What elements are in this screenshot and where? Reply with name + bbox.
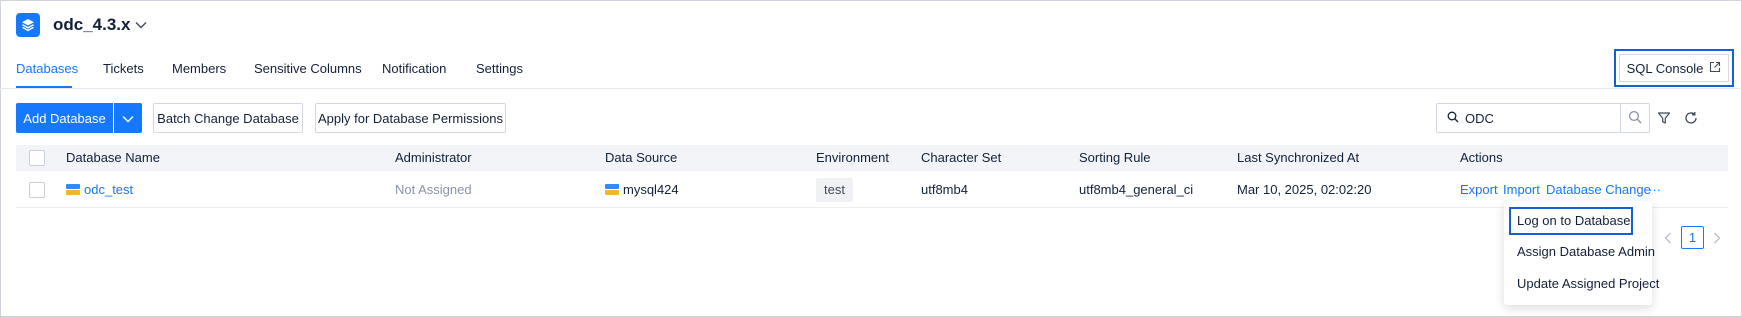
search-button[interactable]	[1620, 103, 1650, 133]
datasource-icon	[605, 181, 619, 195]
column-header: Environment	[816, 150, 889, 165]
search-icon	[1628, 110, 1642, 127]
external-link-icon	[1709, 61, 1721, 76]
page-number-current[interactable]: 1	[1681, 226, 1704, 249]
sql-console-button[interactable]: SQL Console	[1619, 54, 1729, 82]
column-header: Sorting Rule	[1079, 150, 1151, 165]
tab-settings[interactable]: Settings	[476, 60, 523, 80]
chevron-down-icon	[122, 111, 134, 126]
tab-notification[interactable]: Notification	[382, 60, 446, 80]
sql-console-label: SQL Console	[1626, 60, 1704, 76]
column-header: Administrator	[395, 150, 472, 165]
character-set-value: utf8mb4	[921, 182, 968, 197]
row-divider	[16, 207, 1728, 208]
database-icon	[66, 181, 80, 195]
export-action[interactable]: Export	[1460, 180, 1498, 200]
last-synced-value: Mar 10, 2025, 02:02:20	[1237, 182, 1372, 197]
environment-tag: test	[816, 178, 853, 202]
column-header: Data Source	[605, 150, 678, 165]
tab-databases[interactable]: Databases	[16, 60, 78, 80]
chevron-left-icon[interactable]	[1661, 228, 1675, 248]
column-header: Actions	[1460, 150, 1503, 165]
menu-item-highlight	[1509, 207, 1633, 235]
refresh-icon[interactable]	[1682, 109, 1700, 127]
tabs-divider	[0, 88, 1742, 89]
tab-members[interactable]: Members	[172, 60, 226, 80]
add-database-dropdown-button[interactable]	[114, 103, 142, 133]
filter-icon[interactable]	[1655, 109, 1673, 127]
sorting-rule-value: utf8mb4_general_ci	[1079, 182, 1194, 197]
chevron-right-icon[interactable]	[1710, 228, 1724, 248]
add-database-button[interactable]: Add Database	[16, 103, 113, 133]
menu-item-update-assigned-project[interactable]: Update Assigned Project	[1517, 274, 1659, 294]
tab-sensitive-columns[interactable]: Sensitive Columns	[254, 60, 362, 80]
database-name-link[interactable]: odc_test	[66, 180, 133, 200]
database-name: odc_test	[84, 182, 134, 197]
batch-change-database-button[interactable]: Batch Change Database	[153, 103, 303, 133]
row-checkbox[interactable]	[29, 182, 45, 198]
apply-permissions-button[interactable]: Apply for Database Permissions	[315, 103, 506, 133]
tab-tickets[interactable]: Tickets	[103, 60, 144, 80]
column-header: Database Name	[66, 150, 160, 165]
search-icon	[1447, 111, 1459, 126]
column-header: Character Set	[921, 150, 1002, 165]
search-input[interactable]: ODC	[1436, 103, 1621, 133]
administrator-value: Not Assigned	[395, 182, 472, 197]
select-all-checkbox[interactable]	[29, 150, 45, 166]
column-header: Last Synchronized At	[1237, 150, 1360, 165]
project-title: odc_4.3.x	[53, 15, 131, 34]
data-source-value: mysql424	[623, 182, 679, 197]
search-value: ODC	[1465, 110, 1494, 126]
import-action[interactable]: Import	[1503, 180, 1540, 200]
database-change-action[interactable]: Database Change	[1546, 180, 1651, 200]
data-source-cell: mysql424	[605, 180, 679, 200]
chevron-down-icon[interactable]	[134, 14, 148, 36]
layers-icon	[16, 13, 40, 37]
menu-item-assign-database-admin[interactable]: Assign Database Admin	[1517, 242, 1655, 262]
more-actions-button[interactable]: ···	[1648, 180, 1661, 200]
